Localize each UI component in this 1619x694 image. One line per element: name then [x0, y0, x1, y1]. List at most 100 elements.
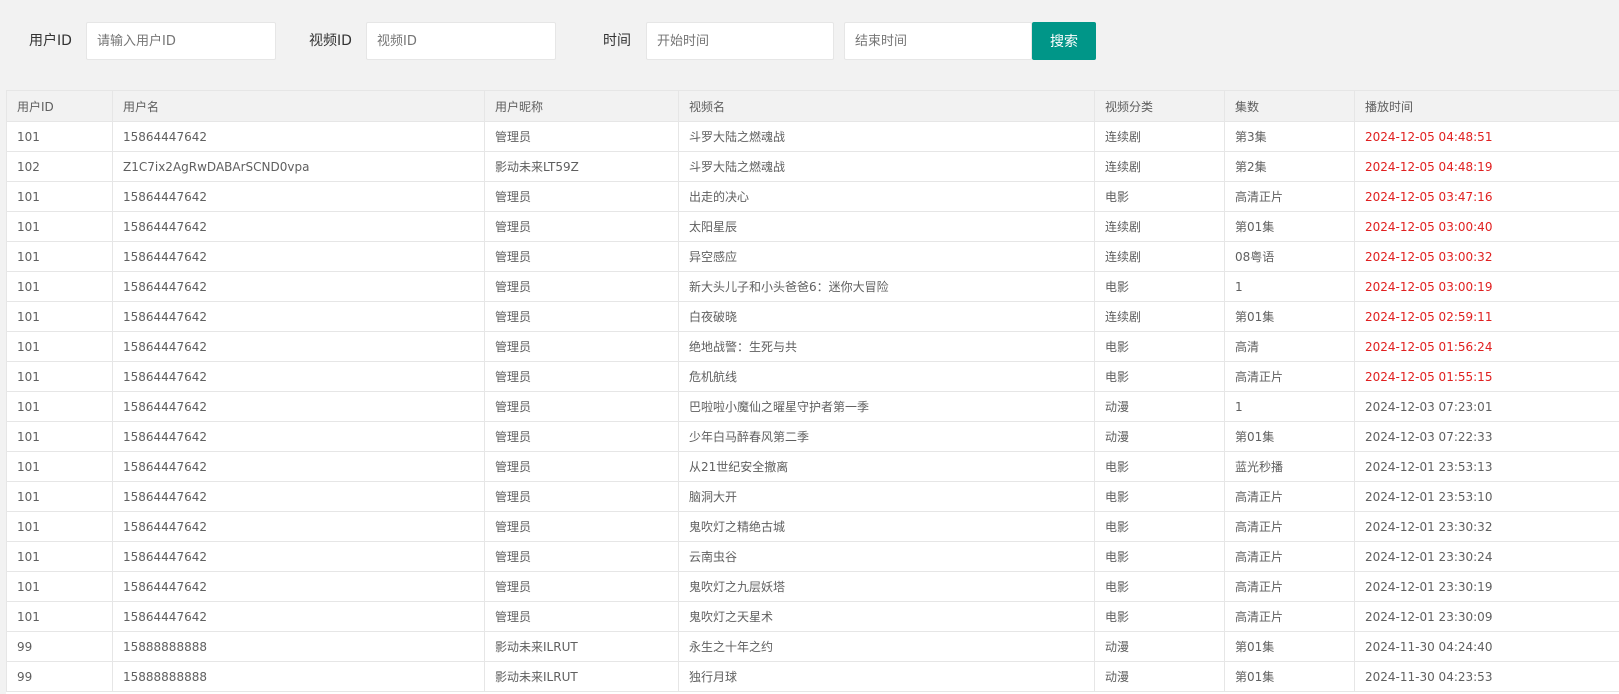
table-row[interactable]: 101 15864447642 管理员 危机航线 电影 高清正片 2024-12-05 01…: [6, 361, 1619, 392]
cell-user-id: 101: [6, 391, 113, 422]
time-label: 时间: [603, 33, 631, 49]
cell-play-time: 2024-12-05 01:56:24: [1354, 331, 1619, 362]
cell-username: 15864447642: [112, 241, 485, 272]
cell-nickname: 影动未来ILRUT: [484, 661, 679, 692]
start-time-input[interactable]: [646, 22, 834, 60]
table-row[interactable]: 101 15864447642 管理员 少年白马醉春风第二季 动漫 第01集 2024-12…: [6, 421, 1619, 452]
end-time-input[interactable]: [844, 22, 1032, 60]
cell-user-id: 102: [6, 151, 113, 182]
cell-episode: 高清正片: [1224, 181, 1355, 212]
video-id-label: 视频ID: [309, 33, 352, 49]
col-header-nickname[interactable]: 用户昵称: [484, 90, 679, 122]
cell-username: 15864447642: [112, 181, 485, 212]
cell-category: 连续剧: [1094, 301, 1225, 332]
cell-user-id: 99: [6, 661, 113, 692]
cell-episode: 第01集: [1224, 211, 1355, 242]
table-row[interactable]: 101 15864447642 管理员 云南虫谷 电影 高清正片 2024-12-01 23…: [6, 541, 1619, 572]
table-row[interactable]: 102 Z1C7ix2AgRwDABArSCND0vpa 影动未来LT59Z 斗罗大陆…: [6, 151, 1619, 182]
cell-category: 电影: [1094, 451, 1225, 482]
col-header-username[interactable]: 用户名: [112, 90, 485, 122]
table-row[interactable]: 101 15864447642 管理员 从21世纪安全撤离 电影 蓝光秒播 2024-12-…: [6, 451, 1619, 482]
cell-user-id: 101: [6, 331, 113, 362]
search-button[interactable]: 搜索: [1032, 22, 1096, 60]
cell-play-time: 2024-12-01 23:30:32: [1354, 511, 1619, 542]
cell-play-time: 2024-12-05 03:47:16: [1354, 181, 1619, 212]
cell-category: 动漫: [1094, 391, 1225, 422]
cell-video-name: 斗罗大陆之燃魂战: [678, 121, 1095, 152]
cell-nickname: 管理员: [484, 271, 679, 302]
cell-category: 连续剧: [1094, 241, 1225, 272]
cell-episode: 高清正片: [1224, 571, 1355, 602]
cell-nickname: 管理员: [484, 601, 679, 632]
table-body: 101 15864447642 管理员 斗罗大陆之燃魂战 连续剧 第3集 2024-12-0…: [6, 121, 1619, 692]
table-row[interactable]: 101 15864447642 管理员 白夜破晓 连续剧 第01集 2024-12-05 0…: [6, 301, 1619, 332]
cell-episode: 高清正片: [1224, 511, 1355, 542]
table-row[interactable]: 101 15864447642 管理员 出走的决心 电影 高清正片 2024-12-05 0…: [6, 181, 1619, 212]
cell-video-name: 异空感应: [678, 241, 1095, 272]
cell-username: 15864447642: [112, 541, 485, 572]
cell-username: 15888888888: [112, 661, 485, 692]
cell-video-name: 太阳星辰: [678, 211, 1095, 242]
cell-play-time: 2024-11-30 04:23:53: [1354, 661, 1619, 692]
cell-episode: 高清正片: [1224, 361, 1355, 392]
cell-user-id: 101: [6, 301, 113, 332]
table-row[interactable]: 99 15888888888 影动未来ILRUT 永生之十年之约 动漫 第01集 2024-…: [6, 631, 1619, 662]
col-header-user-id[interactable]: 用户ID: [6, 90, 113, 122]
cell-nickname: 管理员: [484, 481, 679, 512]
cell-episode: 1: [1224, 271, 1355, 302]
table-row[interactable]: 101 15864447642 管理员 脑洞大开 电影 高清正片 2024-12-01 23…: [6, 481, 1619, 512]
cell-episode: 第01集: [1224, 661, 1355, 692]
cell-category: 电影: [1094, 511, 1225, 542]
cell-user-id: 101: [6, 271, 113, 302]
table-row[interactable]: 101 15864447642 管理员 异空感应 连续剧 08粤语 2024-12-05 0…: [6, 241, 1619, 272]
cell-video-name: 绝地战警：生死与共: [678, 331, 1095, 362]
cell-category: 连续剧: [1094, 151, 1225, 182]
cell-episode: 第3集: [1224, 121, 1355, 152]
col-header-category[interactable]: 视频分类: [1094, 90, 1225, 122]
cell-nickname: 管理员: [484, 241, 679, 272]
cell-episode: 第01集: [1224, 421, 1355, 452]
table-row[interactable]: 99 15888888888 影动未来ILRUT 独行月球 动漫 第01集 2024-11-…: [6, 661, 1619, 692]
cell-nickname: 管理员: [484, 331, 679, 362]
col-header-episode[interactable]: 集数: [1224, 90, 1355, 122]
video-id-input[interactable]: [366, 22, 556, 60]
cell-video-name: 白夜破晓: [678, 301, 1095, 332]
cell-video-name: 少年白马醉春风第二季: [678, 421, 1095, 452]
table-row[interactable]: 101 15864447642 管理员 巴啦啦小魔仙之曜星守护者第一季 动漫 1 2024-…: [6, 391, 1619, 422]
cell-username: 15864447642: [112, 481, 485, 512]
table-row[interactable]: 101 15864447642 管理员 鬼吹灯之九层妖塔 电影 高清正片 2024-12-0…: [6, 571, 1619, 602]
table-row[interactable]: 101 15864447642 管理员 斗罗大陆之燃魂战 连续剧 第3集 2024-12-0…: [6, 121, 1619, 152]
cell-user-id: 101: [6, 481, 113, 512]
user-id-input[interactable]: [86, 22, 276, 60]
cell-user-id: 101: [6, 451, 113, 482]
cell-user-id: 101: [6, 601, 113, 632]
cell-username: 15864447642: [112, 391, 485, 422]
cell-play-time: 2024-12-01 23:30:09: [1354, 601, 1619, 632]
cell-username: 15864447642: [112, 301, 485, 332]
cell-user-id: 99: [6, 631, 113, 662]
cell-play-time: 2024-12-05 01:55:15: [1354, 361, 1619, 392]
col-header-video-name[interactable]: 视频名: [678, 90, 1095, 122]
cell-nickname: 管理员: [484, 511, 679, 542]
table-row[interactable]: 101 15864447642 管理员 新大头儿子和小头爸爸6：迷你大冒险 电影 1 202…: [6, 271, 1619, 302]
col-header-play-time[interactable]: 播放时间: [1354, 90, 1619, 122]
cell-nickname: 管理员: [484, 121, 679, 152]
table-header-row: 用户ID 用户名 用户昵称 视频名 视频分类 集数 播放时间: [6, 90, 1619, 122]
cell-episode: 高清: [1224, 331, 1355, 362]
cell-play-time: 2024-12-01 23:53:10: [1354, 481, 1619, 512]
cell-nickname: 影动未来LT59Z: [484, 151, 679, 182]
table-row[interactable]: 101 15864447642 管理员 鬼吹灯之精绝古城 电影 高清正片 2024-12-0…: [6, 511, 1619, 542]
cell-video-name: 新大头儿子和小头爸爸6：迷你大冒险: [678, 271, 1095, 302]
table-row[interactable]: 101 15864447642 管理员 鬼吹灯之天星术 电影 高清正片 2024-12-01…: [6, 601, 1619, 632]
cell-category: 动漫: [1094, 421, 1225, 452]
cell-user-id: 101: [6, 121, 113, 152]
cell-video-name: 斗罗大陆之燃魂战: [678, 151, 1095, 182]
cell-video-name: 鬼吹灯之精绝古城: [678, 511, 1095, 542]
cell-category: 电影: [1094, 271, 1225, 302]
table-row[interactable]: 101 15864447642 管理员 太阳星辰 连续剧 第01集 2024-12-05 0…: [6, 211, 1619, 242]
cell-episode: 高清正片: [1224, 481, 1355, 512]
cell-category: 电影: [1094, 361, 1225, 392]
table-row[interactable]: 101 15864447642 管理员 绝地战警：生死与共 电影 高清 2024-12-05…: [6, 331, 1619, 362]
cell-category: 电影: [1094, 601, 1225, 632]
cell-episode: 高清正片: [1224, 601, 1355, 632]
